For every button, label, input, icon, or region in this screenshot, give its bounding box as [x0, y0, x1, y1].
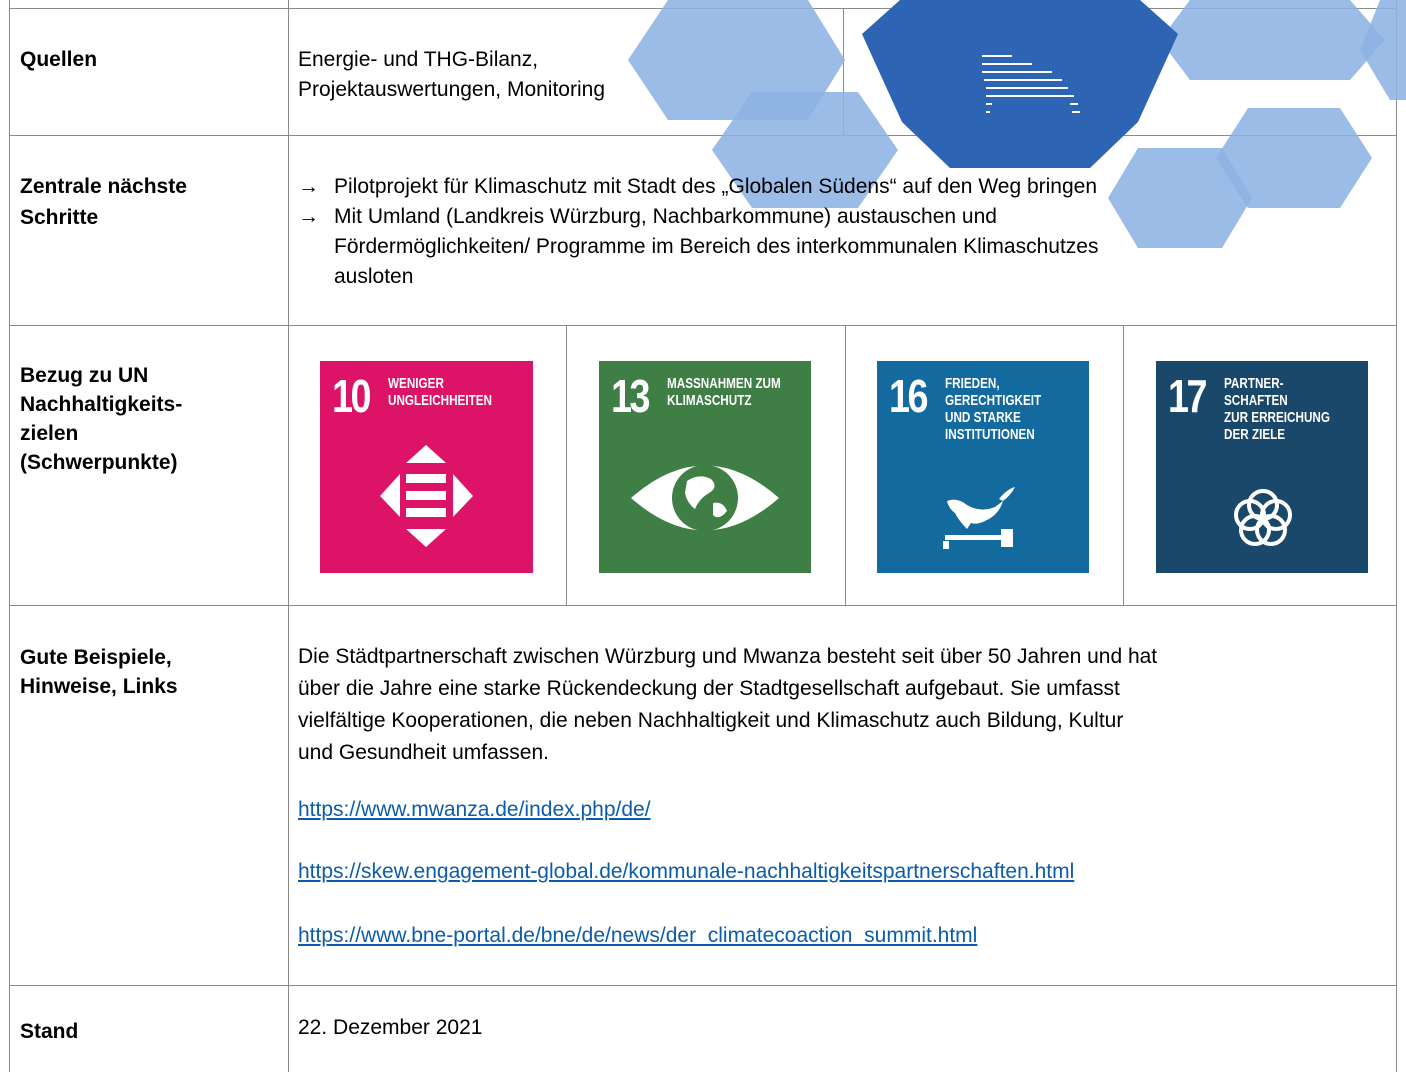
- row-divider-2: [9, 325, 1397, 326]
- sdg-tile-13: 13 MASSNAHMEN ZUM KLIMASCHUTZ: [599, 361, 811, 573]
- beispiele-label-2: Hinweise, Links: [20, 675, 178, 698]
- sdg-cell-divider-1: [566, 325, 567, 606]
- quellen-cell-divider: [843, 8, 844, 136]
- row-divider-1: [9, 135, 1397, 136]
- link-mwanza[interactable]: https://www.mwanza.de/index.php/de/: [298, 798, 651, 822]
- arrow-right-icon: →: [298, 205, 319, 228]
- schritte-label-2: Schritte: [20, 206, 99, 229]
- sdg-tile-10: 10 WENIGER UNGLEICHHEITEN: [320, 361, 533, 573]
- sdg-label-1: Bezug zu UN: [20, 364, 149, 387]
- quellen-label: Quellen: [20, 48, 98, 71]
- row-divider-3: [9, 605, 1397, 606]
- row-divider-4: [9, 985, 1397, 986]
- table-border-left: [9, 0, 10, 1072]
- beispiele-para-line-2: über die Jahre eine starke Rückendeckung…: [298, 677, 1120, 700]
- stand-value: 22. Dezember 2021: [298, 1016, 483, 1039]
- quellen-line-1: Energie- und THG-Bilanz,: [298, 48, 539, 71]
- link-bne-portal[interactable]: https://www.bne-portal.de/bne/de/news/de…: [298, 924, 977, 948]
- sdg-label-4: (Schwerpunkte): [20, 451, 178, 474]
- link-skew[interactable]: https://skew.engagement-global.de/kommun…: [298, 860, 1074, 884]
- sdg-tile-17: 17 PARTNER- SCHAFTEN ZUR ERREICHUNG DER …: [1156, 361, 1368, 573]
- table-border-right: [1396, 0, 1397, 1072]
- arrow-right-icon: →: [298, 175, 319, 198]
- rings-icon: [1234, 489, 1292, 546]
- sdg-label-3: zielen: [20, 422, 79, 445]
- beispiele-para-line-1: Die Städtpartnerschaft zwischen Würzburg…: [298, 645, 1158, 668]
- table-border-top: [9, 8, 1397, 9]
- beispiele-label-1: Gute Beispiele,: [20, 646, 172, 669]
- next-steps-list: → Pilotprojekt für Klimaschutz mit Stadt…: [298, 172, 1098, 292]
- beispiele-para-line-3: vielfältige Kooperationen, die neben Nac…: [298, 709, 1124, 732]
- next-step-item: → Mit Umland (Landkreis Würzburg, Nachba…: [298, 202, 1098, 292]
- eye-globe-icon: [631, 465, 779, 531]
- stand-label: Stand: [20, 1020, 79, 1043]
- sdg-cell-divider-2: [845, 325, 846, 606]
- sdg-label-2: Nachhaltigkeits-: [20, 393, 183, 416]
- schritte-label-1: Zentrale nächste: [20, 175, 187, 198]
- next-step-item: → Pilotprojekt für Klimaschutz mit Stadt…: [298, 172, 1098, 202]
- sdg-cell-divider-3: [1123, 325, 1124, 606]
- next-step-text: Pilotprojekt für Klimaschutz mit Stadt d…: [334, 175, 1098, 198]
- table-border-mid: [288, 0, 289, 1072]
- reduced-inequalities-icon: [380, 445, 473, 547]
- sdg-tile-16: 16 FRIEDEN, GERECHTIGKEIT UND STARKE INS…: [877, 361, 1089, 573]
- beispiele-para-line-4: und Gesundheit umfassen.: [298, 741, 549, 764]
- dove-gavel-icon: [943, 487, 1015, 549]
- quellen-line-2: Projektauswertungen, Monitoring: [298, 78, 606, 101]
- next-step-text: Mit Umland (Landkreis Würzburg, Nachbark…: [334, 205, 1099, 288]
